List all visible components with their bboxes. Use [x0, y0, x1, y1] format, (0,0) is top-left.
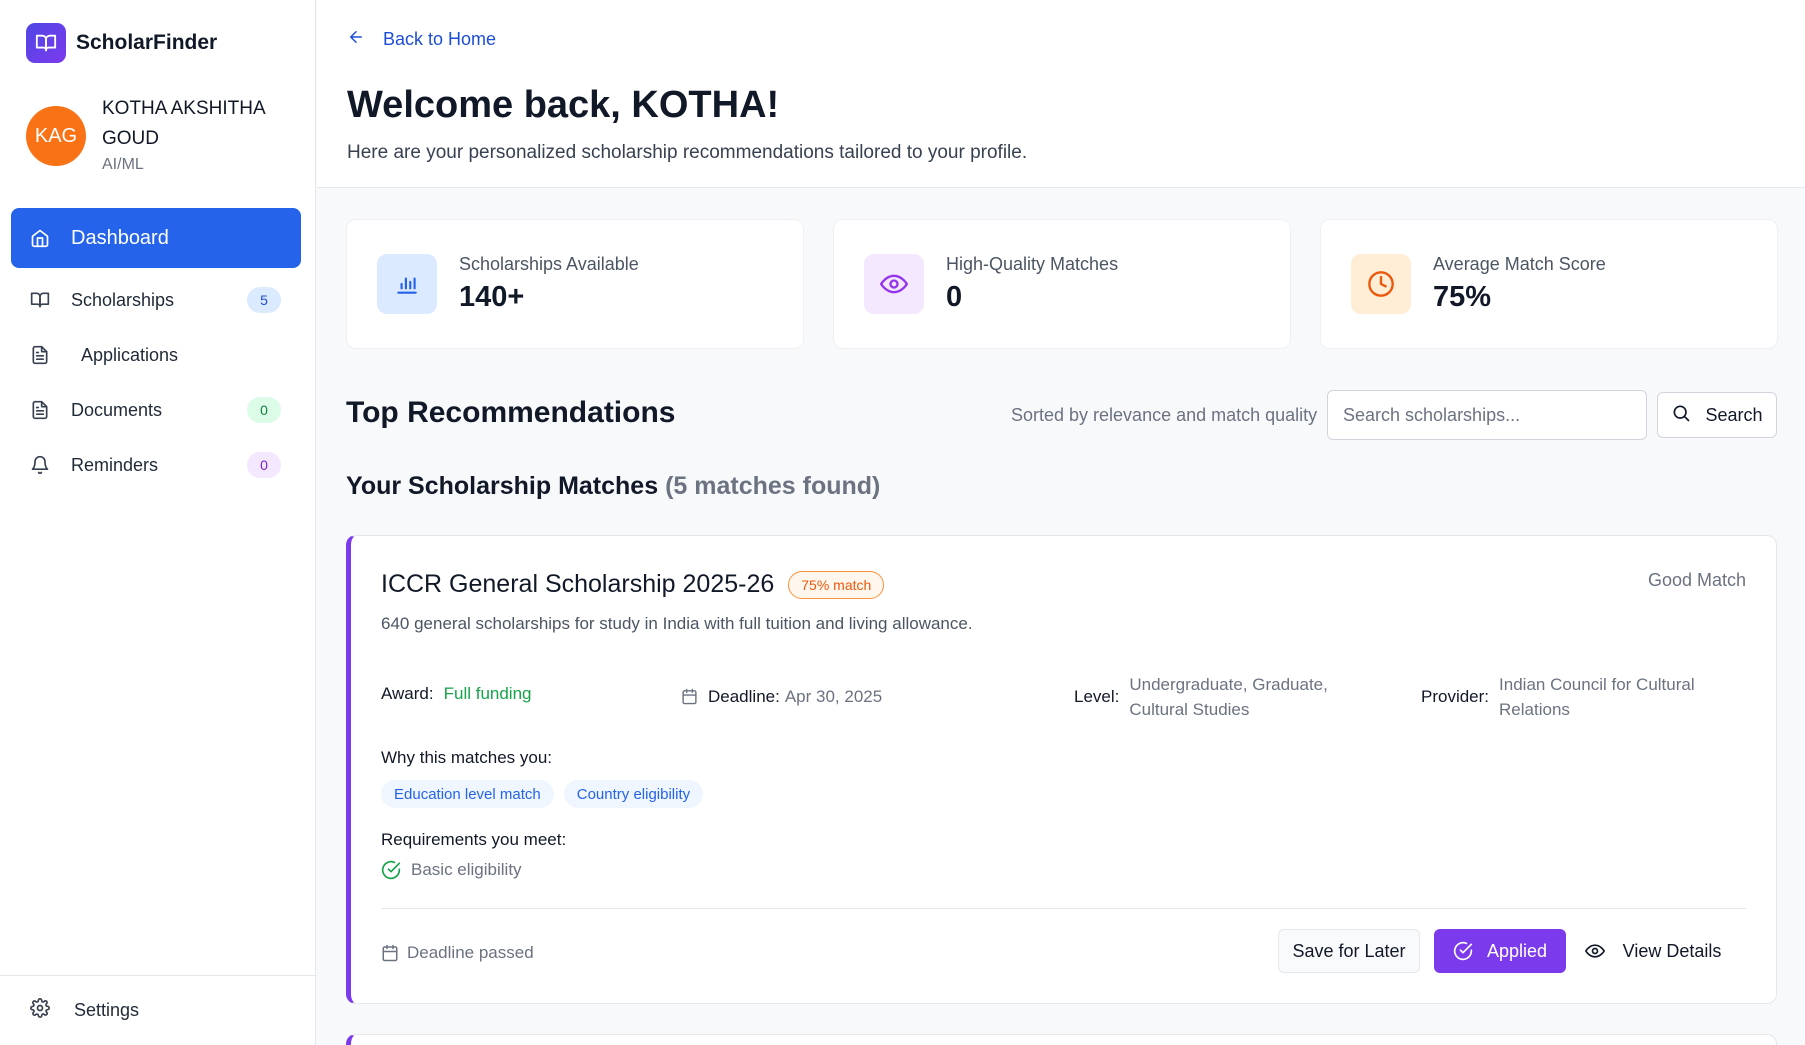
sidebar-item-settings[interactable]: Settings — [0, 975, 316, 1045]
sidebar-nav: Dashboard Scholarships 5 Applications Do… — [11, 208, 301, 494]
search-button-label: Search — [1705, 404, 1763, 425]
scholarship-card: ICCR General Scholarship 2025-26 75% mat… — [346, 535, 1777, 1004]
section-title: Top Recommendations — [346, 396, 676, 429]
scholarship-title[interactable]: ICCR General Scholarship 2025-26 — [381, 570, 774, 599]
level-detail: Level: Undergraduate, Graduate, Cultural… — [1074, 672, 1364, 722]
search-button[interactable]: Search — [1657, 392, 1777, 438]
view-details-button[interactable]: View Details — [1578, 929, 1728, 973]
settings-label: Settings — [74, 1000, 140, 1020]
bar-chart-icon — [377, 254, 437, 314]
applied-button[interactable]: Applied — [1434, 929, 1566, 973]
count-badge: 5 — [247, 287, 281, 313]
count-badge: 0 — [247, 397, 281, 423]
sidebar-item-label: Applications — [81, 344, 179, 365]
deadline-value: Apr 30, 2025 — [784, 687, 883, 706]
scholarship-description: 640 general scholarships for study in In… — [381, 614, 973, 633]
deadline-status: Deadline passed — [381, 943, 534, 963]
stat-card-average-match-score: Average Match Score 75% — [1320, 219, 1778, 349]
eye-icon — [864, 254, 924, 314]
sidebar-item-label: Documents — [71, 399, 163, 420]
requirement-text: Basic eligibility — [411, 860, 522, 879]
sidebar-item-reminders[interactable]: Reminders 0 — [11, 439, 301, 491]
provider-value: Indian Council for Cultural Relations — [1499, 675, 1695, 719]
applied-button-label: Applied — [1486, 940, 1548, 961]
brand-name: ScholarFinder — [76, 31, 218, 54]
award-value: Full funding — [443, 684, 532, 703]
search-icon — [1671, 403, 1691, 428]
level-label: Level: — [1074, 687, 1120, 706]
count-badge: 0 — [247, 452, 281, 478]
brand[interactable]: ScholarFinder — [26, 23, 217, 63]
stat-card-high-quality-matches: High-Quality Matches 0 — [833, 219, 1291, 349]
save-for-later-button[interactable]: Save for Later — [1278, 929, 1420, 973]
scholarship-card — [346, 1034, 1777, 1045]
match-reasons: Education level match Country eligibilit… — [381, 780, 713, 808]
stat-label: High-Quality Matches — [946, 254, 1119, 274]
sort-description: Sorted by relevance and match quality — [1011, 405, 1318, 425]
user-name: KOTHA AKSHITHA GOUD — [102, 98, 265, 149]
sidebar-item-label: Reminders — [71, 454, 159, 475]
sidebar-item-label: Dashboard — [71, 226, 169, 249]
match-quality-label: Good Match — [1647, 570, 1746, 590]
matches-count: (5 matches found) — [665, 472, 881, 500]
award-detail: Award: Full funding — [381, 684, 532, 704]
deadline-label: Deadline: — [708, 686, 780, 706]
back-link-label: Back to Home — [383, 29, 497, 49]
user-department: AI/ML — [102, 156, 144, 173]
requirement-item: Basic eligibility — [381, 860, 522, 880]
clock-icon — [1351, 254, 1411, 314]
stat-value: 75% — [1433, 281, 1492, 313]
home-icon — [29, 227, 51, 249]
search-input[interactable] — [1327, 390, 1647, 440]
sidebar-item-scholarships[interactable]: Scholarships 5 — [11, 274, 301, 326]
back-to-home-link[interactable]: Back to Home — [347, 28, 496, 51]
stat-label: Scholarships Available — [459, 254, 639, 274]
calendar-icon — [381, 944, 399, 962]
book-open-icon — [29, 289, 51, 311]
sidebar: ScholarFinder KAG KOTHA AKSHITHA GOUD AI… — [0, 0, 316, 1045]
page-subtitle: Here are your personalized scholarship r… — [347, 142, 1028, 163]
match-reason-tag: Education level match — [381, 780, 554, 808]
avatar: KAG — [26, 106, 86, 166]
level-value: Undergraduate, Graduate, Cultural Studie… — [1129, 675, 1328, 719]
stat-card-scholarships-available: Scholarships Available 140+ — [346, 219, 804, 349]
page-title: Welcome back, KOTHA! — [347, 84, 780, 126]
file-text-icon — [29, 344, 51, 366]
gear-icon — [30, 998, 50, 1023]
arrow-left-icon — [347, 28, 365, 51]
stat-label: Average Match Score — [1433, 254, 1606, 274]
sidebar-item-documents[interactable]: Documents 0 — [11, 384, 301, 436]
why-matches-title: Why this matches you: — [381, 748, 553, 767]
user-profile: KAG KOTHA AKSHITHA GOUD AI/ML — [26, 94, 292, 174]
page-header: Back to Home Welcome back, KOTHA! Here a… — [317, 0, 1805, 188]
matches-title: Your Scholarship Matches — [346, 472, 659, 500]
match-score-badge: 75% match — [788, 570, 885, 599]
sidebar-item-applications[interactable]: Applications — [11, 329, 301, 381]
match-reason-tag: Country eligibility — [563, 780, 704, 808]
view-details-label: View Details — [1622, 940, 1722, 961]
deadline-detail: Deadline: Apr 30, 2025 — [681, 684, 882, 709]
sidebar-item-dashboard[interactable]: Dashboard — [11, 208, 301, 268]
stat-value: 0 — [946, 281, 963, 313]
card-divider — [381, 908, 1746, 909]
award-label: Award: — [381, 684, 434, 703]
provider-label: Provider: — [1421, 687, 1490, 706]
bell-icon — [29, 454, 51, 476]
deadline-status-text: Deadline passed — [407, 943, 534, 962]
requirements-title: Requirements you meet: — [381, 830, 567, 849]
file-text-icon — [29, 399, 51, 421]
stat-value: 140+ — [459, 281, 525, 313]
book-open-icon — [26, 23, 66, 63]
provider-detail: Provider: Indian Council for Cultural Re… — [1421, 672, 1731, 722]
check-circle-icon — [1453, 941, 1473, 961]
eye-icon — [1584, 941, 1605, 961]
calendar-icon — [681, 688, 698, 705]
check-circle-icon — [381, 860, 401, 880]
sidebar-item-label: Scholarships — [71, 289, 175, 310]
matches-heading: Your Scholarship Matches (5 matches foun… — [346, 472, 880, 501]
